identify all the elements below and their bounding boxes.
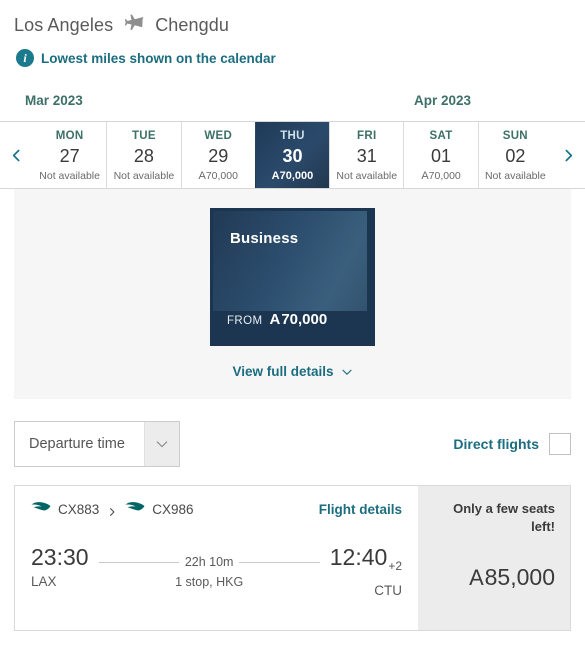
calendar-day-status: Not available [39,169,100,182]
miles-symbol-icon: A [198,169,206,182]
calendar-day-miles: A70,000 [421,169,460,184]
chevron-right-icon [107,504,117,516]
duration-line-right [239,561,320,563]
flight-price-value: 85,000 [484,564,555,590]
arrival-airport: CTU [374,583,402,598]
calendar-day-weekday: SUN [502,129,528,142]
calendar-day-miles-value: 70,000 [428,169,461,182]
chevron-down-icon [341,366,353,378]
duration-line: 22h 10m [98,555,320,569]
flight-card-main: CX883 CX986 Flight details 23:30 LAX 22h … [15,486,418,630]
calendar-day-wed-29[interactable]: WED 29 A70,000 [180,122,255,188]
flight-segment: CX986 [125,500,194,518]
flight-card-header: CX883 CX986 Flight details [31,500,402,518]
calendar-month-row: Mar 2023 Apr 2023 [0,85,585,121]
direct-flights-checkbox[interactable] [549,433,571,455]
calendar-day-tue-28[interactable]: TUE 28 Not available [106,122,181,188]
month-label-left: Mar 2023 [25,93,83,108]
cabin-card-image: Business [213,211,367,311]
cathay-brushwing-icon [31,500,51,518]
calendar-day-mon-27[interactable]: MON 27 Not available [33,122,107,188]
chevron-down-icon[interactable] [144,422,179,466]
calendar-day-number: 01 [431,145,452,166]
calendar-day-number: 29 [208,145,229,166]
calendar-day-number: 27 [59,145,80,166]
calendar-day-weekday: WED [204,129,233,142]
departure-time: 23:30 [31,544,89,570]
duration-line-left [98,561,179,563]
calendar-day-number: 28 [133,145,154,166]
calendar-day-sun-02[interactable]: SUN 02 Not available [477,122,552,188]
departure-endpoint: 23:30 LAX [31,544,89,589]
departure-airport: LAX [31,574,57,589]
lowest-miles-notice-text: Lowest miles shown on the calendar [41,50,276,66]
cabin-class-panel: Business FROM A 70,000 View full details [14,189,571,399]
arrival-endpoint: 12:40 +2 CTU [330,544,402,598]
calendar-day-number: 31 [356,145,377,166]
flight-segment-list: CX883 CX986 [31,500,194,518]
calendar-next-button[interactable] [552,122,585,188]
seats-left-notice: Only a few seats left! [453,501,555,534]
calendar-days: MON 27 Not available TUE 28 Not available WED 2… [33,122,552,188]
view-full-details-link[interactable]: View full details [232,364,352,379]
flight-duration-block: 22h 10m 1 stop, HKG [89,544,330,589]
calendar-day-miles-value: 70,000 [279,169,314,182]
arrival-day-offset: +2 [388,559,402,573]
calendar-day-fri-31[interactable]: FRI 31 Not available [329,122,404,188]
calendar-day-status: Not available [113,169,175,182]
lowest-miles-notice: i Lowest miles shown on the calendar [0,36,585,67]
view-full-details-label: View full details [232,364,334,379]
miles-symbol-icon: A [271,169,280,182]
arrival-time-value: 12:40 [329,544,388,570]
date-calendar-strip: MON 27 Not available TUE 28 Not available WED 2… [0,121,585,189]
cabin-name: Business [230,230,299,247]
month-label-right: Apr 2023 [414,93,472,108]
cabin-price-value: 70,000 [281,311,328,328]
flight-stops: 1 stop, HKG [175,575,244,589]
flight-price-panel[interactable]: Only a few seats left! A 85,000 [418,486,570,630]
calendar-day-weekday: TUE [131,129,156,142]
route-header: Los Angeles Chengdu [0,0,585,36]
flight-details-link[interactable]: Flight details [319,502,402,517]
arrival-time: 12:40 +2 [330,544,402,580]
calendar-day-weekday: THU [280,129,305,142]
departure-time-select[interactable]: Departure time [14,421,180,467]
flight-number: CX883 [58,501,100,517]
calendar-prev-button[interactable] [0,122,33,188]
calendar-day-weekday: MON [55,129,84,142]
calendar-day-weekday: FRI [357,129,377,142]
calendar-day-miles: A70,000 [272,169,314,184]
flight-segment: CX883 [31,500,99,518]
cabin-card-business[interactable]: Business FROM A 70,000 [210,208,375,346]
departure-time-label: Departure time [29,436,125,452]
calendar-day-miles: A70,000 [198,169,237,184]
cabin-price: A 70,000 [269,311,327,328]
direct-flights-filter[interactable]: Direct flights [453,433,571,455]
info-icon: i [16,49,34,67]
calendar-day-sat-01[interactable]: SAT 01 A70,000 [403,122,478,188]
flight-times-row: 23:30 LAX 22h 10m 1 stop, HKG 12:40 +2 CT… [31,544,402,598]
calendar-day-number: 30 [282,145,303,166]
flight-number: CX986 [152,501,194,517]
cabin-card-footer: FROM A 70,000 [210,311,375,346]
cathay-brushwing-icon [125,500,145,518]
miles-symbol-icon: A [269,311,281,328]
calendar-day-thu-30[interactable]: THU 30 A70,000 [254,122,330,188]
calendar-day-status: Not available [336,169,398,182]
flight-duration: 22h 10m [184,555,234,569]
origin-city: Los Angeles [14,14,114,35]
flight-result-card[interactable]: CX883 CX986 Flight details 23:30 LAX 22h … [14,485,571,631]
destination-city: Chengdu [155,14,229,35]
calendar-day-weekday: SAT [429,129,453,142]
filter-row: Departure time Direct flights [14,421,571,467]
calendar-day-miles-value: 70,000 [205,169,238,182]
plane-icon [123,14,145,36]
direct-flights-label: Direct flights [453,436,539,452]
calendar-day-status: Not available [484,169,546,182]
cabin-from-label: FROM [227,315,263,327]
miles-symbol-icon: A [421,169,429,182]
flight-price: A 85,000 [469,564,555,591]
miles-symbol-icon: A [469,565,484,590]
calendar-day-number: 02 [505,145,526,166]
